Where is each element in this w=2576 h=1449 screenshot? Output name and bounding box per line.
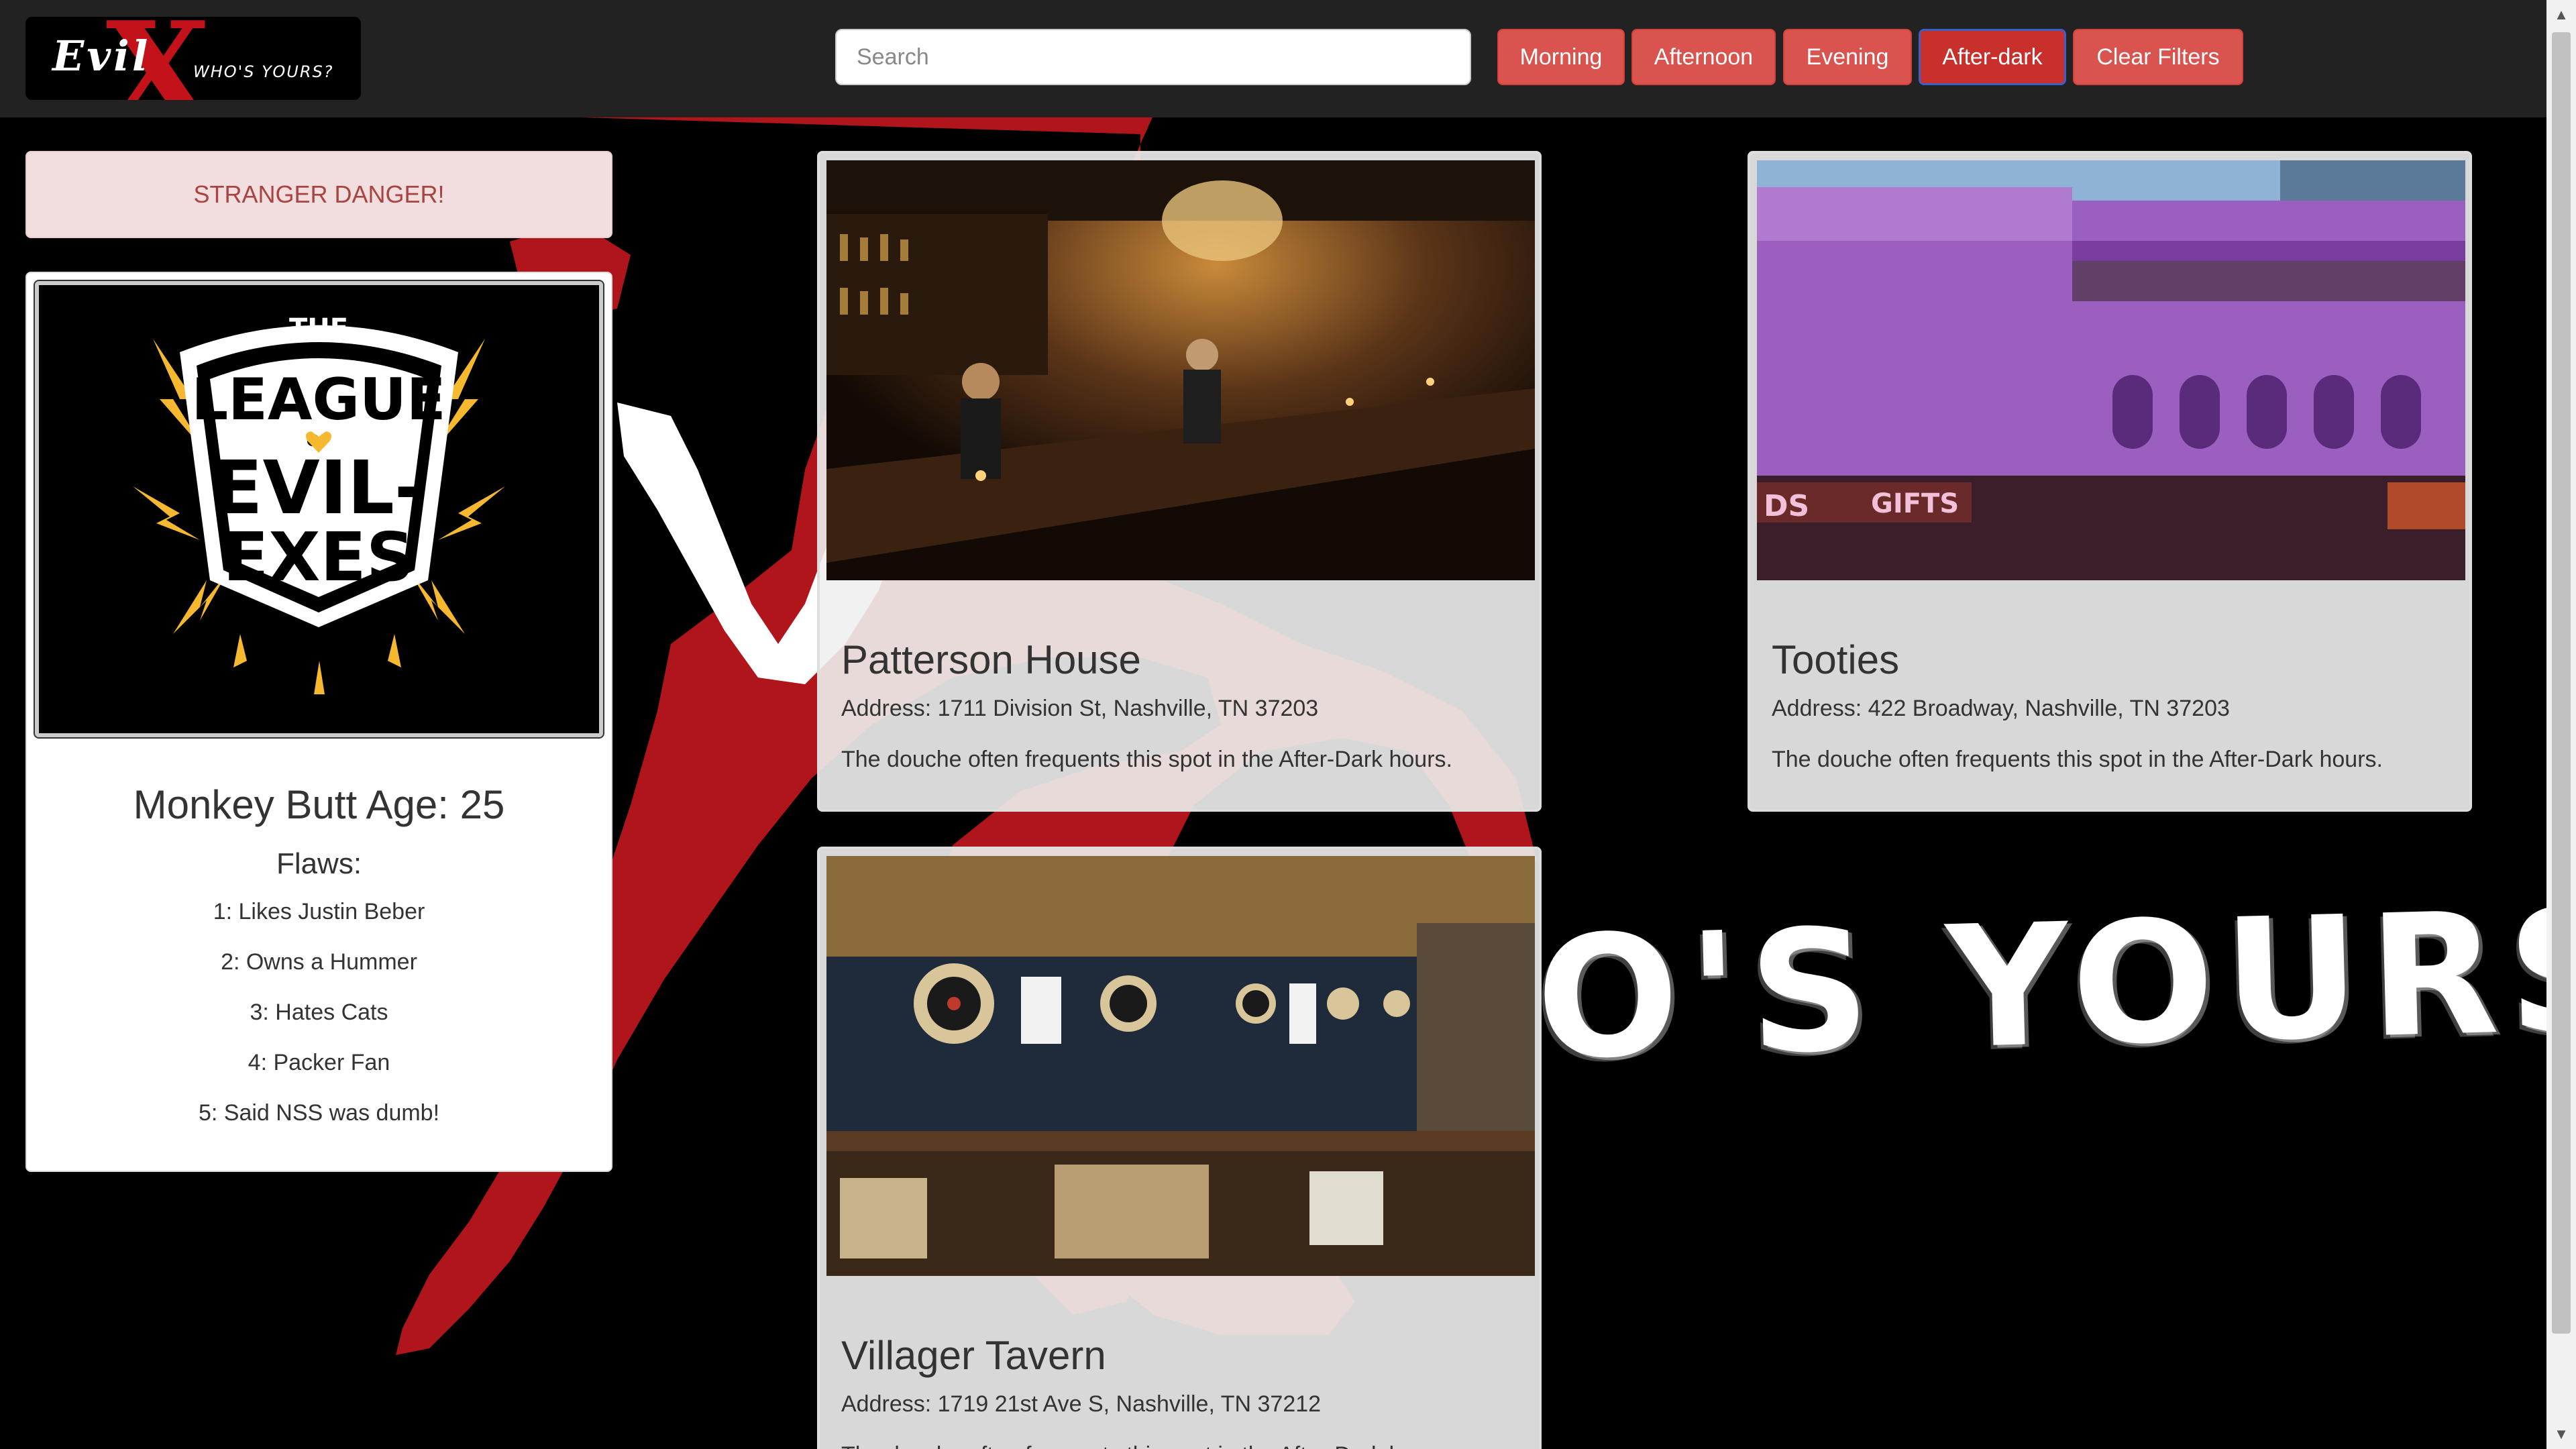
location-description: The douche often frequents this spot in … bbox=[841, 1442, 1452, 1449]
page: O'S YOURS? X Evil WHO'S YOURS? Morning A… bbox=[0, 0, 2576, 1449]
svg-text:EXES: EXES bbox=[223, 518, 415, 596]
location-card-villager-tavern[interactable]: Villager Tavern Address: 1719 21st Ave S… bbox=[817, 847, 1542, 1449]
svg-text:THE: THE bbox=[289, 313, 348, 344]
evil-exes-shield-icon: THE LEAGUE OF EVIL- EXES bbox=[39, 285, 599, 733]
flaw-item: 1: Likes Justin Beber bbox=[213, 899, 425, 924]
flaw-item: 3: Hates Cats bbox=[250, 1000, 388, 1025]
location-description: The douche often frequents this spot in … bbox=[1772, 747, 2383, 772]
scroll-down-arrow-icon[interactable]: ▼ bbox=[2546, 1419, 2576, 1449]
vertical-scrollbar[interactable]: ▲ ▼ bbox=[2546, 0, 2576, 1449]
villager-tavern-photo bbox=[826, 856, 1535, 1276]
location-name[interactable]: Patterson House bbox=[841, 637, 1141, 683]
location-card-patterson-house[interactable]: Patterson House Address: 1711 Division S… bbox=[817, 151, 1542, 812]
ex-name-and-age: Monkey Butt Age: 25 bbox=[133, 782, 505, 827]
scroll-up-arrow-icon[interactable]: ▲ bbox=[2546, 0, 2576, 30]
flaw-item: 4: Packer Fan bbox=[248, 1050, 390, 1075]
svg-text:GIFTS: GIFTS bbox=[1871, 488, 1959, 519]
site-logo[interactable]: X Evil WHO'S YOURS? bbox=[25, 17, 361, 100]
svg-text:LEAGUE: LEAGUE bbox=[191, 366, 445, 433]
tooties-photo: DS GIFTS bbox=[1757, 160, 2465, 580]
flaws-heading: Flaws: bbox=[276, 847, 362, 880]
patterson-house-photo bbox=[826, 160, 1535, 580]
stranger-danger-alert: STRANGER DANGER! bbox=[25, 151, 612, 238]
logo-tagline: WHO'S YOURS? bbox=[193, 62, 334, 81]
flaw-item: 5: Said NSS was dumb! bbox=[198, 1100, 440, 1126]
search-input[interactable] bbox=[835, 29, 1471, 85]
location-name[interactable]: Tooties bbox=[1772, 637, 1899, 683]
filter-morning-button[interactable]: Morning bbox=[1497, 29, 1625, 85]
logo-wordmark: Evil bbox=[52, 32, 151, 80]
league-of-evil-exes-badge-image: THE LEAGUE OF EVIL- EXES bbox=[34, 280, 604, 739]
background-tagline: O'S YOURS? bbox=[1534, 869, 2576, 1097]
profile-card: THE LEAGUE OF EVIL- EXES Monkey Butt Age… bbox=[25, 272, 612, 1172]
filter-evening-button[interactable]: Evening bbox=[1783, 29, 1912, 85]
location-address: Address: 1719 21st Ave S, Nashville, TN … bbox=[841, 1391, 1322, 1417]
clear-filters-button[interactable]: Clear Filters bbox=[2073, 29, 2243, 85]
location-address: Address: 422 Broadway, Nashville, TN 372… bbox=[1772, 696, 2230, 721]
flaw-item: 2: Owns a Hummer bbox=[221, 949, 417, 975]
location-description: The douche often frequents this spot in … bbox=[841, 747, 1452, 772]
location-address: Address: 1711 Division St, Nashville, TN… bbox=[841, 696, 1319, 721]
location-name[interactable]: Villager Tavern bbox=[841, 1332, 1106, 1379]
scrollbar-thumb[interactable] bbox=[2552, 32, 2571, 1334]
filter-after-dark-button[interactable]: After-dark bbox=[1919, 29, 2066, 85]
location-card-tooties[interactable]: DS GIFTS Tooties Address: 422 Broadway, … bbox=[1748, 151, 2472, 812]
filter-afternoon-button[interactable]: Afternoon bbox=[1631, 29, 1776, 85]
svg-text:DS: DS bbox=[1764, 489, 1809, 523]
navbar: X Evil WHO'S YOURS? Morning Afternoon Ev… bbox=[0, 0, 2546, 117]
